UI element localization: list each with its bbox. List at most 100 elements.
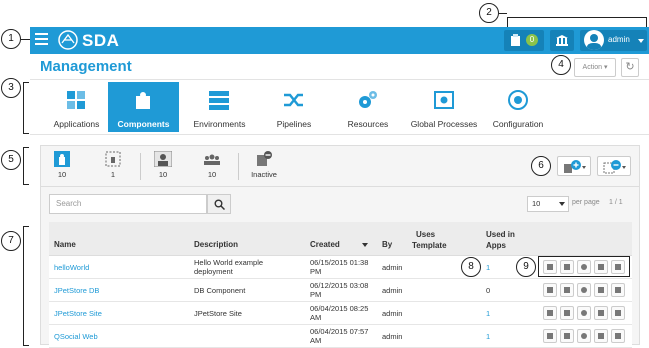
add-component-icon bbox=[564, 160, 586, 173]
callout-2-leader bbox=[499, 13, 507, 14]
nav-item-components[interactable]: Components bbox=[108, 82, 179, 132]
action-dropdown-button[interactable]: Action ▾ bbox=[574, 58, 616, 77]
component-name-link[interactable]: JPetStore Site bbox=[54, 309, 102, 318]
column-header-used-in-apps-2: Apps bbox=[486, 241, 506, 250]
user-silhouette-icon bbox=[587, 34, 601, 50]
column-header-name[interactable]: Name bbox=[54, 240, 76, 249]
deactivate-button[interactable] bbox=[577, 306, 591, 320]
callout-5-bracket bbox=[23, 147, 29, 185]
search-button[interactable] bbox=[207, 194, 231, 214]
filter-count: 1 bbox=[110, 170, 116, 179]
table-row[interactable]: JPetStore DB DB Component 06/12/2015 03:… bbox=[49, 279, 632, 302]
user-menu[interactable]: admin bbox=[580, 30, 647, 51]
callout-2: 2 bbox=[479, 3, 499, 23]
callout-9-highlight bbox=[538, 256, 630, 277]
export-icon bbox=[598, 310, 604, 316]
row-used-in-apps[interactable]: 1 bbox=[486, 332, 490, 341]
row-created-2: AM bbox=[310, 336, 322, 345]
nav-label: Environments bbox=[193, 119, 246, 129]
copy-button[interactable] bbox=[560, 283, 574, 297]
export-button[interactable] bbox=[594, 306, 608, 320]
filter-all-users[interactable]: 10 bbox=[198, 151, 226, 179]
pencil-icon bbox=[547, 287, 553, 293]
filter-mine[interactable]: 10 bbox=[149, 151, 177, 179]
callout-6: 6 bbox=[531, 156, 551, 176]
create-component-button[interactable] bbox=[557, 156, 591, 176]
puzzle-piece-icon bbox=[136, 92, 150, 109]
nav-item-global-processes[interactable]: Global Processes bbox=[406, 82, 482, 132]
config-gear-icon bbox=[508, 90, 528, 110]
row-used-in-apps[interactable]: 1 bbox=[486, 309, 490, 318]
column-header-description[interactable]: Description bbox=[194, 240, 238, 249]
row-created-2: PM bbox=[310, 267, 322, 276]
table-row[interactable]: QSocial Web 06/04/2015 07:57 AM admin 1 bbox=[49, 325, 632, 348]
management-nav: Applications Components Environments Pip… bbox=[30, 82, 649, 135]
column-header-by[interactable]: By bbox=[382, 240, 392, 249]
delete-button[interactable] bbox=[611, 329, 625, 343]
nav-item-configuration[interactable]: Configuration bbox=[486, 82, 550, 132]
callout-7-bracket bbox=[23, 226, 29, 346]
process-icon bbox=[434, 91, 454, 109]
logo-icon bbox=[58, 30, 78, 50]
copy-button[interactable] bbox=[560, 306, 574, 320]
sort-desc-icon[interactable] bbox=[362, 243, 368, 247]
notification-badge: 0 bbox=[526, 34, 538, 46]
minus-circle-icon bbox=[581, 310, 587, 316]
nav-label: Configuration bbox=[492, 119, 544, 129]
refresh-button[interactable]: ↻ bbox=[621, 58, 639, 77]
nav-label: Global Processes bbox=[410, 119, 478, 129]
export-button[interactable] bbox=[594, 283, 608, 297]
filter-active[interactable]: 10 bbox=[48, 151, 76, 179]
table-row[interactable]: JPetStore Site JPetStore Site 06/04/2015… bbox=[49, 302, 632, 325]
filter-template[interactable]: 1 bbox=[99, 151, 127, 179]
avatar bbox=[584, 30, 604, 50]
divider bbox=[30, 79, 649, 80]
filter-inactive[interactable]: Inactive bbox=[246, 151, 282, 179]
app-name: SDA bbox=[82, 31, 120, 50]
deactivate-button[interactable] bbox=[577, 329, 591, 343]
top-navigation-bar: SDA 0 admin bbox=[30, 27, 649, 54]
component-name-link[interactable]: helloWorld bbox=[54, 263, 89, 272]
column-header-created[interactable]: Created bbox=[310, 240, 340, 249]
search-input[interactable]: Search bbox=[49, 194, 207, 214]
per-page-value: 10 bbox=[532, 199, 541, 208]
institution-button[interactable] bbox=[550, 30, 574, 51]
notifications-button[interactable]: 0 bbox=[504, 30, 544, 51]
copy-button[interactable] bbox=[560, 329, 574, 343]
component-name-link[interactable]: JPetStore DB bbox=[54, 286, 99, 295]
page-indicator: 1 / 1 bbox=[609, 199, 623, 206]
row-description: Hello World example bbox=[194, 258, 264, 267]
nav-item-pipelines[interactable]: Pipelines bbox=[266, 82, 322, 132]
nav-item-resources[interactable]: Resources bbox=[335, 82, 401, 132]
row-used-in-apps[interactable]: 1 bbox=[486, 263, 490, 272]
edit-button[interactable] bbox=[543, 283, 557, 297]
deactivate-button[interactable] bbox=[577, 283, 591, 297]
users-group-icon bbox=[204, 154, 220, 165]
export-button[interactable] bbox=[594, 329, 608, 343]
nav-label: Resources bbox=[347, 119, 389, 129]
column-header-uses-template[interactable]: Uses bbox=[416, 230, 435, 239]
shuffle-icon bbox=[284, 93, 303, 107]
edit-button[interactable] bbox=[543, 306, 557, 320]
nav-item-environments[interactable]: Environments bbox=[182, 82, 257, 132]
hamburger-menu-icon[interactable] bbox=[35, 33, 48, 47]
column-header-used-in-apps[interactable]: Used in bbox=[486, 230, 515, 239]
filter-count: 10 bbox=[207, 170, 217, 179]
user-name: admin bbox=[608, 35, 630, 44]
trash-icon bbox=[615, 333, 621, 339]
row-created: 06/04/2015 07:57 bbox=[310, 327, 369, 336]
callout-3-bracket bbox=[23, 82, 29, 134]
import-component-button[interactable] bbox=[597, 156, 631, 176]
filter-count: 10 bbox=[57, 170, 67, 179]
per-page-select[interactable]: 10 bbox=[527, 196, 569, 212]
nav-item-applications[interactable]: Applications bbox=[38, 82, 115, 132]
nav-label: Pipelines bbox=[276, 119, 312, 129]
component-name-link[interactable]: QSocial Web bbox=[54, 332, 98, 341]
per-page-label: per page bbox=[572, 199, 600, 206]
minus-circle-icon bbox=[581, 287, 587, 293]
screenshot-root: SDA 0 admin Management Action ▾ ↻ Applic… bbox=[0, 0, 649, 348]
delete-button[interactable] bbox=[611, 306, 625, 320]
delete-button[interactable] bbox=[611, 283, 625, 297]
edit-button[interactable] bbox=[543, 329, 557, 343]
row-actions bbox=[541, 306, 628, 321]
